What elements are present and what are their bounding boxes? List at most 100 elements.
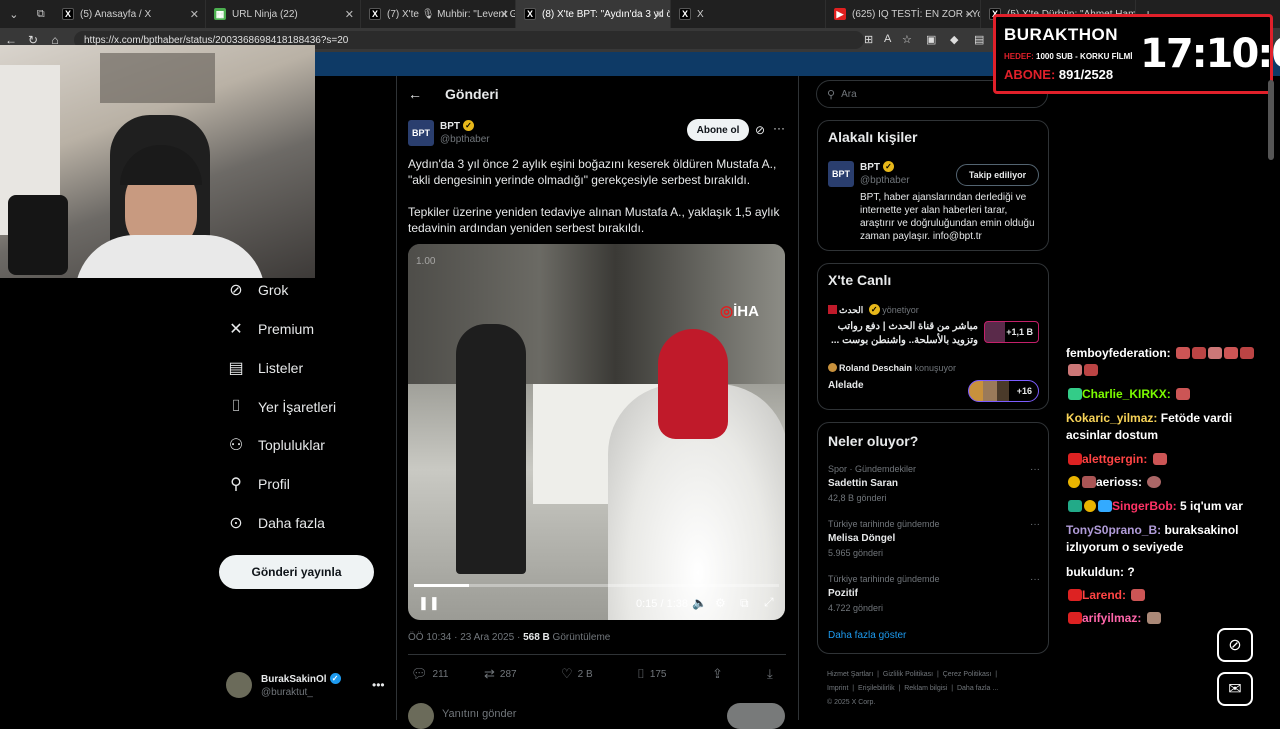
nav-more[interactable]: ⊙ Daha fazla	[226, 513, 325, 533]
subscribe-button[interactable]: Abone ol	[687, 119, 749, 141]
list-icon: ▤	[228, 360, 244, 377]
more-dots-icon[interactable]: ···	[1030, 464, 1040, 475]
footer-link[interactable]: Daha fazla ...	[957, 685, 998, 692]
footer-link[interactable]: Reklam bilgisi	[904, 685, 947, 692]
nav-communities[interactable]: ⚇ Topluluklar	[226, 435, 325, 455]
show-more-link[interactable]: Daha fazla göster	[828, 630, 906, 641]
tab-youtube[interactable]: ▶ (625) IQ TESTİ: EN ZOR - YouTub✕	[826, 0, 981, 28]
trend-item[interactable]: Türkiye tarihinde gündemde Pozitif 4.722…	[828, 574, 1040, 613]
trend-item[interactable]: Türkiye tarihinde gündemde Melisa Döngel…	[828, 519, 1040, 558]
extension-icon[interactable]: ▤	[974, 33, 984, 46]
red-veil	[658, 329, 728, 439]
tab-groups-icon[interactable]: ⧉	[37, 8, 45, 21]
post-text-paragraph-1: Aydın'da 3 yıl önce 2 aylık eşini boğazı…	[408, 157, 777, 187]
grok-floating-icon[interactable]: ⊘	[1217, 628, 1253, 662]
video-player[interactable]: 1.00 ◎İHA ❚❚ 0:15 / 1:38 🔈 ⚙ ⧉ ⤢	[408, 244, 785, 620]
grok-analyze-icon[interactable]: ⊘	[755, 123, 765, 137]
trend-name: Pozitif	[828, 588, 858, 599]
following-button[interactable]: Takip ediliyor	[956, 164, 1039, 186]
bpt-avatar[interactable]: BPT	[828, 161, 854, 187]
settings-gear-icon[interactable]: ⚙	[715, 596, 726, 610]
footer-link[interactable]: Çerez Politikası	[943, 671, 992, 678]
nav-label: Premium	[258, 321, 315, 337]
footer-link[interactable]: Gizlilik Politikası	[883, 671, 933, 678]
tab-anasayfa[interactable]: X (5) Anasayfa / X ✕	[54, 0, 206, 28]
live-listeners-badge[interactable]: +1,1 B	[984, 321, 1039, 343]
author-name: BPT	[440, 121, 460, 132]
account-switcher[interactable]: BurakSakinOl ✓ @buraktut_ •••	[226, 672, 386, 702]
live-listeners-badge[interactable]: +16	[968, 380, 1039, 402]
footer-links: Hizmet Şartları | Gizlilik Politikası | …	[827, 668, 1052, 710]
live-host-row: الحدث ✓ yönetiyor	[828, 304, 919, 316]
tab-x[interactable]: XX	[671, 0, 826, 28]
volume-icon[interactable]: 🔈	[692, 596, 707, 610]
close-icon[interactable]: ✕	[345, 8, 354, 21]
extension-icon[interactable]: ▣	[926, 33, 936, 46]
chat-message: TonyS0prano_B: buraksakinol izlıyorum o …	[1066, 522, 1276, 556]
live-host-name: الحدث	[839, 305, 864, 315]
like-count: 2 B	[577, 668, 593, 680]
pause-icon[interactable]: ❚❚	[418, 595, 440, 611]
close-icon[interactable]: ✕	[965, 8, 974, 21]
badge-icon	[1068, 589, 1082, 601]
related-name: BPT	[860, 162, 880, 173]
nav-premium[interactable]: ✕ Premium	[226, 319, 314, 339]
listener-count: +1,1 B	[1006, 327, 1033, 337]
tab-menu-icon[interactable]: ⌄	[9, 8, 18, 21]
reply-submit-button[interactable]	[727, 703, 785, 729]
tab-url-ninja[interactable]: ▦ URL Ninja (22) ✕	[206, 0, 361, 28]
search-placeholder: Ara	[841, 88, 857, 100]
close-icon[interactable]: ✕	[500, 8, 509, 21]
badge-icon	[1068, 500, 1082, 512]
extension-puzzle-icon[interactable]: ◆	[950, 33, 958, 46]
more-dots-icon[interactable]: ···	[1030, 519, 1040, 530]
favorite-star-icon[interactable]: ☆	[902, 33, 912, 46]
fullscreen-icon[interactable]: ⤢	[764, 595, 774, 610]
trend-name: Melisa Döngel	[828, 533, 896, 544]
footer-link[interactable]: Imprint	[827, 685, 848, 692]
tab-label: (5) Anasayfa / X	[80, 8, 152, 20]
host-avatar	[828, 305, 837, 314]
nav-bookmarks[interactable]: ⌷ Yer İşaretleri	[226, 397, 336, 417]
reply-input[interactable]: Yanıtını gönder	[442, 708, 516, 720]
reply-action[interactable]: 💬︎ 211	[411, 666, 448, 682]
close-icon[interactable]: ✕	[190, 8, 199, 21]
nav-lists[interactable]: ▤ Listeler	[226, 358, 303, 378]
download-icon: ⤓	[767, 666, 773, 681]
footer-link[interactable]: Erişilebilirlik	[858, 685, 895, 692]
tab-bpt[interactable]: X (8) X'te BPT: "Aydın'da 3 yıl önce✕	[516, 0, 671, 28]
streamer-shirt	[75, 235, 265, 278]
trend-item[interactable]: Spor · Gündemdekiler Sadettin Saran 42,8…	[828, 464, 1040, 503]
wall-frames	[100, 53, 215, 103]
translate-icon[interactable]: ⊞	[864, 33, 873, 46]
like-action[interactable]: ♡ 2 B	[561, 666, 593, 682]
repost-action[interactable]: ⇄ 287	[484, 666, 517, 682]
read-aloud-icon[interactable]: A	[884, 33, 891, 45]
repost-icon: ⇄	[484, 666, 495, 681]
share-action[interactable]: ⇪	[712, 666, 723, 682]
tab-muhbir[interactable]: X (7) X'te 🎙 Muhbir: "Levent Gülte✕	[361, 0, 516, 28]
live-title[interactable]: Alelade	[828, 380, 864, 391]
nav-profile[interactable]: ⚲ Profil	[226, 474, 290, 494]
video-progress-track[interactable]	[414, 584, 779, 587]
pip-icon[interactable]: ⧉	[740, 596, 749, 611]
messages-floating-icon[interactable]: ✉	[1217, 672, 1253, 706]
tab-label: (8) X'te BPT: "Aydın'da 3 yıl önce	[542, 8, 670, 20]
close-icon[interactable]: ✕	[655, 8, 664, 21]
back-arrow-icon[interactable]: ←	[408, 86, 422, 102]
footer-link[interactable]: Hizmet Şartları	[827, 671, 873, 678]
more-dots-icon[interactable]: ···	[1030, 574, 1040, 585]
chat-username: alettgergin:	[1082, 452, 1148, 466]
overlay-clock: 17:10:06	[1140, 31, 1280, 77]
author-name-row[interactable]: BPT ✓	[440, 120, 474, 132]
scrollbar-thumb[interactable]	[1268, 80, 1274, 160]
nav-grok[interactable]: ⊘ Grok	[226, 280, 288, 300]
bookmark-count: 175	[649, 668, 667, 680]
live-title[interactable]: مباشر من قناة الحدث | دفع رواتب وتزويد ب…	[828, 320, 978, 348]
post-button[interactable]: Gönderi yayınla	[219, 555, 374, 589]
bookmark-action[interactable]: ⌷ 175	[637, 666, 667, 682]
bookmark-icon: ⌷	[231, 398, 241, 415]
bpt-avatar[interactable]: BPT	[408, 120, 434, 146]
more-dots-icon[interactable]: ···	[773, 121, 785, 135]
download-action[interactable]: ⤓	[767, 666, 773, 682]
